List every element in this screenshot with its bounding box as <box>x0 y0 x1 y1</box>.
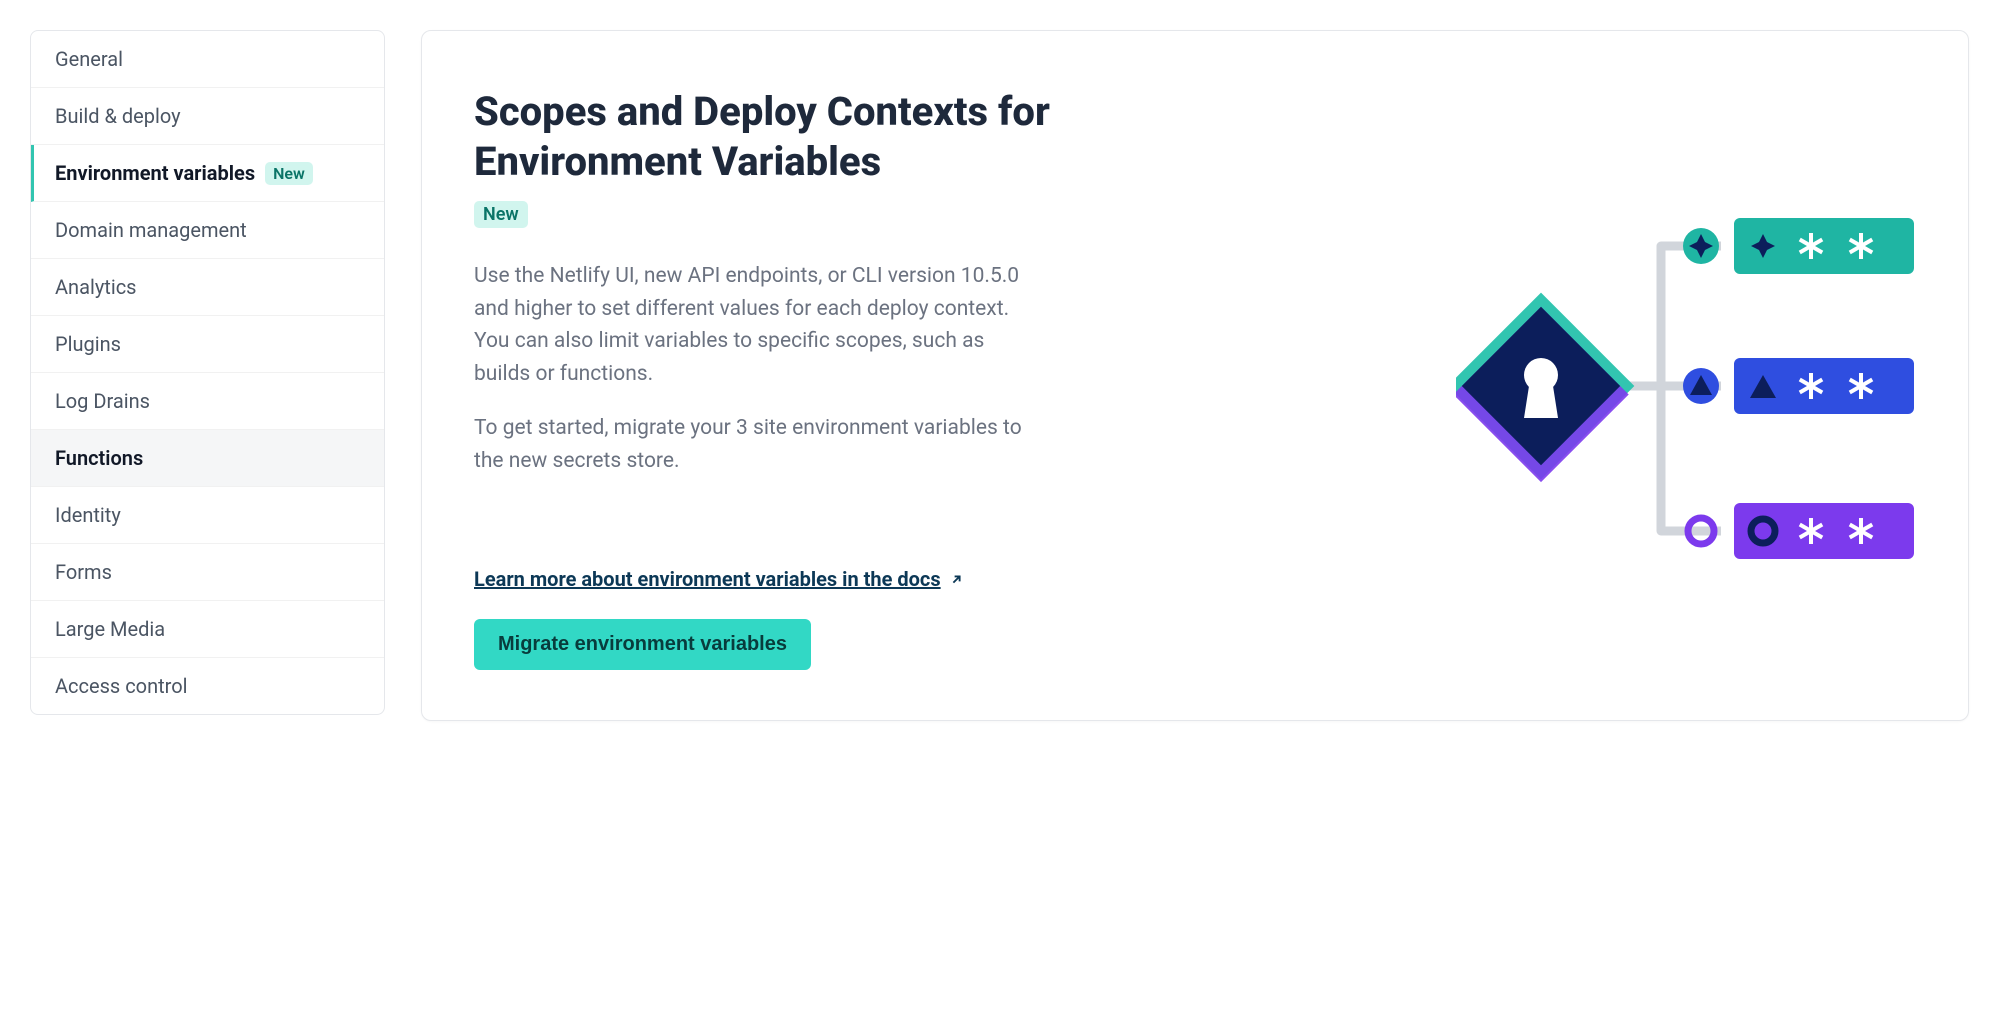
sidebar-item-build-deploy[interactable]: Build & deploy <box>31 88 384 145</box>
sidebar-item-label: Domain management <box>55 218 247 242</box>
new-badge: New <box>474 201 528 228</box>
sidebar-item-forms[interactable]: Forms <box>31 544 384 601</box>
learn-more-label: Learn more about environment variables i… <box>474 567 941 591</box>
sidebar-item-identity[interactable]: Identity <box>31 487 384 544</box>
settings-sidebar: General Build & deploy Environment varia… <box>30 30 385 715</box>
sidebar-item-analytics[interactable]: Analytics <box>31 259 384 316</box>
description-paragraph-2: To get started, migrate your 3 site envi… <box>474 412 1034 477</box>
sidebar-item-label: Identity <box>55 503 121 527</box>
sidebar-item-label: General <box>55 47 123 71</box>
sidebar-item-label: Plugins <box>55 332 121 356</box>
sidebar-item-large-media[interactable]: Large Media <box>31 601 384 658</box>
sidebar-item-label: Forms <box>55 560 112 584</box>
sidebar-item-label: Environment variables <box>55 161 255 185</box>
description-paragraph-1: Use the Netlify UI, new API endpoints, o… <box>474 260 1034 390</box>
page-title: Scopes and Deploy Contexts for Environme… <box>474 87 1094 187</box>
environment-variables-panel: Scopes and Deploy Contexts for Environme… <box>421 30 1969 721</box>
sidebar-item-functions[interactable]: Functions <box>31 430 384 487</box>
sidebar-item-label: Access control <box>55 674 188 698</box>
new-badge: New <box>265 162 313 185</box>
sidebar-item-plugins[interactable]: Plugins <box>31 316 384 373</box>
title-row: Scopes and Deploy Contexts for Environme… <box>474 87 1114 236</box>
sidebar-item-label: Large Media <box>55 617 165 641</box>
sidebar-item-log-drains[interactable]: Log Drains <box>31 373 384 430</box>
sidebar-item-access-control[interactable]: Access control <box>31 658 384 714</box>
sidebar-item-label: Log Drains <box>55 389 150 413</box>
sidebar-item-domain-management[interactable]: Domain management <box>31 202 384 259</box>
sidebar-item-general[interactable]: General <box>31 31 384 88</box>
external-link-icon <box>949 572 964 587</box>
sidebar-item-environment-variables[interactable]: Environment variables New <box>31 145 384 202</box>
learn-more-link[interactable]: Learn more about environment variables i… <box>474 567 964 591</box>
sidebar-item-label: Analytics <box>55 275 137 299</box>
sidebar-item-label: Functions <box>55 446 143 470</box>
sidebar-item-label: Build & deploy <box>55 104 181 128</box>
migrate-button[interactable]: Migrate environment variables <box>474 619 811 670</box>
env-vars-illustration <box>1456 191 1916 581</box>
